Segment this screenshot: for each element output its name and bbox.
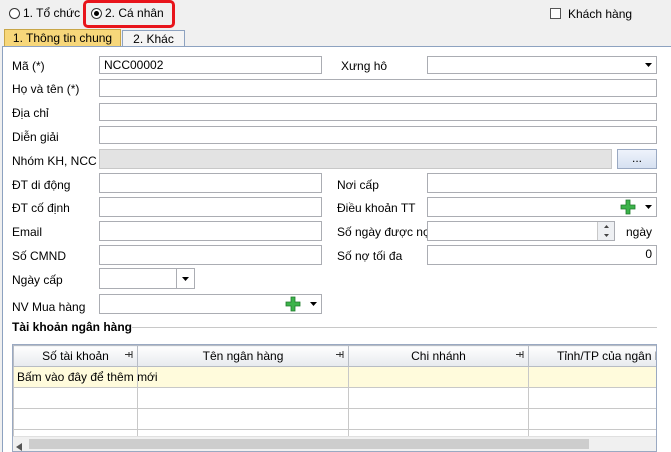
- code-value: NCC00002: [104, 58, 164, 72]
- horizontal-scrollbar[interactable]: [13, 436, 656, 451]
- plus-icon[interactable]: [620, 199, 636, 216]
- credit-days-label: Số ngày được nợ: [337, 225, 431, 239]
- tab-general[interactable]: 1. Thông tin chung: [4, 29, 121, 47]
- pin-icon[interactable]: [515, 350, 524, 359]
- table-row[interactable]: [13, 387, 656, 409]
- issue-place-label: Nơi cấp: [337, 178, 379, 192]
- issue-date-field[interactable]: [99, 268, 195, 289]
- address-field[interactable]: [99, 103, 657, 121]
- email-field[interactable]: [99, 221, 322, 241]
- tab-general-label: 1. Thông tin chung: [12, 31, 113, 45]
- plus-icon[interactable]: [285, 296, 301, 313]
- issue-date-label: Ngày cấp: [12, 273, 63, 287]
- new-row-hint: Bấm vào đây để thêm mới: [17, 370, 158, 384]
- scrollbar-thumb[interactable]: [29, 439, 589, 449]
- column-header-bank-name[interactable]: Tên ngân hàng: [137, 345, 349, 367]
- spin-up-icon[interactable]: [597, 222, 614, 231]
- table-row[interactable]: [13, 408, 656, 430]
- bank-section-title: Tài khoản ngân hàng: [12, 320, 133, 334]
- pin-icon[interactable]: [335, 350, 344, 359]
- salutation-label: Xưng hô: [341, 59, 388, 73]
- issue-place-field[interactable]: [427, 173, 657, 193]
- new-row-hint-cell[interactable]: Bấm vào đây để thêm mới: [13, 366, 158, 388]
- section-divider: [132, 327, 657, 328]
- max-debt-value: 0: [645, 247, 652, 261]
- group-field[interactable]: [99, 149, 612, 169]
- new-row-cell[interactable]: [528, 366, 656, 388]
- credit-days-field[interactable]: [427, 221, 615, 241]
- chevron-down-icon[interactable]: [176, 269, 194, 288]
- tab-other[interactable]: 2. Khác: [122, 30, 185, 47]
- column-header-branch[interactable]: Chi nhánh: [348, 345, 529, 367]
- buyer-select[interactable]: [99, 294, 322, 314]
- description-label: Diễn giải: [12, 130, 59, 144]
- tab-other-label: 2. Khác: [133, 32, 174, 46]
- group-browse-label: ...: [631, 151, 642, 165]
- max-debt-field[interactable]: 0: [427, 245, 657, 265]
- highlight-box: [83, 0, 175, 28]
- scroll-left-icon[interactable]: [16, 440, 22, 451]
- credit-days-unit: ngày: [626, 225, 653, 239]
- landline-label: ĐT cố định: [12, 201, 70, 215]
- mobile-field[interactable]: [99, 173, 322, 193]
- chevron-down-icon[interactable]: [640, 57, 656, 73]
- payment-terms-select[interactable]: [427, 197, 657, 217]
- group-label: Nhóm KH, NCC: [12, 154, 97, 168]
- org-radio-label[interactable]: 1. Tổ chức: [23, 6, 80, 20]
- buyer-label: NV Mua hàng: [12, 300, 86, 314]
- new-row-cell[interactable]: [348, 366, 529, 388]
- chevron-down-icon[interactable]: [640, 198, 656, 216]
- customer-checkbox-label[interactable]: Khách hàng: [568, 7, 632, 21]
- max-debt-label: Số nợ tối đa: [337, 249, 403, 263]
- code-field[interactable]: NCC00002: [99, 56, 322, 74]
- org-radio[interactable]: [9, 8, 20, 19]
- salutation-select[interactable]: [427, 56, 657, 74]
- email-label: Email: [12, 225, 43, 239]
- new-row-cell[interactable]: [137, 366, 349, 388]
- id-number-label: Số CMND: [12, 249, 67, 263]
- address-label: Địa chỉ: [12, 106, 49, 120]
- landline-field[interactable]: [99, 197, 322, 217]
- column-header-account-number[interactable]: Số tài khoản: [13, 345, 138, 367]
- new-row[interactable]: Bấm vào đây để thêm mới: [13, 366, 656, 388]
- fullname-field[interactable]: [99, 79, 657, 97]
- chevron-down-icon[interactable]: [305, 295, 321, 313]
- payment-terms-label: Điều khoản TT: [337, 201, 416, 215]
- code-label: Mã (*): [12, 59, 45, 73]
- bank-grid[interactable]: Số tài khoản Tên ngân hàng Chi nhánh Tỉn…: [12, 344, 657, 452]
- column-header-province[interactable]: Tỉnh/TP của ngân hà: [528, 345, 656, 367]
- fullname-label: Họ và tên (*): [12, 82, 80, 96]
- customer-checkbox[interactable]: [550, 8, 561, 19]
- spin-down-icon[interactable]: [597, 231, 614, 240]
- pin-icon[interactable]: [124, 350, 133, 359]
- mobile-label: ĐT di động: [12, 178, 71, 192]
- id-number-field[interactable]: [99, 245, 322, 265]
- group-browse-button[interactable]: ...: [617, 149, 657, 169]
- description-field[interactable]: [99, 126, 657, 144]
